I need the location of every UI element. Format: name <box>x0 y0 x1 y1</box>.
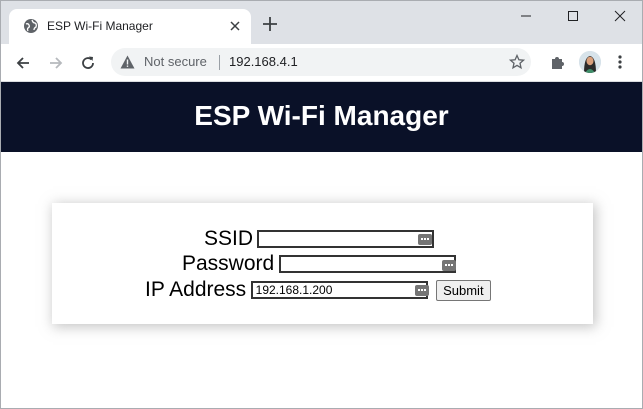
star-icon[interactable] <box>509 54 525 70</box>
password-label: Password <box>182 252 275 275</box>
reload-button[interactable] <box>77 52 99 74</box>
password-input[interactable] <box>278 255 456 273</box>
password-key-icon[interactable] <box>418 234 432 245</box>
minimize-button[interactable] <box>503 1 549 31</box>
ssid-input[interactable] <box>257 230 435 248</box>
ip-label: IP Address <box>145 278 247 301</box>
tab-strip: ESP Wi-Fi Manager <box>1 1 642 44</box>
close-icon <box>614 10 626 22</box>
warning-icon <box>120 55 135 69</box>
plus-icon[interactable] <box>261 15 279 33</box>
maximize-button[interactable] <box>550 1 596 31</box>
page-content: ESP Wi-Fi Manager SSID Password IP Addre… <box>1 82 642 408</box>
page-title: ESP Wi-Fi Manager <box>194 100 449 131</box>
minimize-icon <box>521 15 531 17</box>
divider <box>219 55 220 70</box>
ssid-label: SSID <box>204 227 254 250</box>
ip-input[interactable]: 192.168.1.200 <box>250 281 428 299</box>
reload-icon <box>82 56 94 69</box>
tab-title: ESP Wi-Fi Manager <box>47 19 153 33</box>
back-button[interactable] <box>12 52 34 74</box>
url-text[interactable]: 192.168.4.1 <box>229 54 298 69</box>
globe-icon <box>24 19 38 33</box>
wifi-form-card: SSID Password IP Address 192.168.1.200 S… <box>52 203 593 324</box>
ssid-row: SSID <box>204 227 435 251</box>
password-key-icon[interactable] <box>415 285 429 296</box>
security-label[interactable]: Not secure <box>144 54 207 69</box>
close-icon[interactable] <box>229 20 241 32</box>
browser-window: ESP Wi-Fi Manager Not secure 192.168.4.1… <box>0 0 643 409</box>
submit-button[interactable]: Submit <box>436 279 491 301</box>
kebab-menu-icon[interactable] <box>615 53 625 71</box>
window-close-button[interactable] <box>597 1 642 31</box>
forward-button[interactable] <box>45 52 67 74</box>
browser-tab[interactable]: ESP Wi-Fi Manager <box>9 9 251 44</box>
avatar[interactable] <box>579 51 601 73</box>
back-icon <box>16 57 29 69</box>
header-bar: ESP Wi-Fi Manager <box>1 82 642 152</box>
browser-toolbar: Not secure 192.168.4.1 <box>1 44 642 82</box>
maximize-icon <box>568 11 578 21</box>
password-key-icon[interactable] <box>442 260 456 271</box>
puzzle-icon[interactable] <box>549 53 567 71</box>
forward-icon <box>50 57 63 69</box>
address-bar[interactable]: Not secure 192.168.4.1 <box>111 48 531 76</box>
password-row: Password <box>182 252 456 276</box>
ip-row: IP Address 192.168.1.200 Submit <box>145 278 491 302</box>
profile-picture <box>579 51 601 73</box>
